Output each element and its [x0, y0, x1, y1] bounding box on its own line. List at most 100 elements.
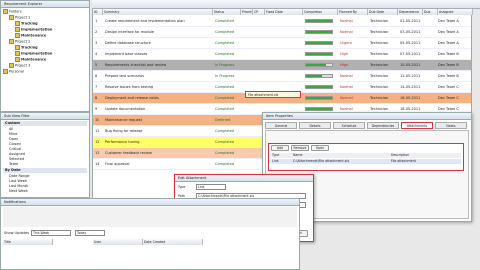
tree-item[interactable]: Maintenance [15, 57, 46, 62]
grid-column-header[interactable]: Due [423, 9, 438, 15]
tab-notes[interactable]: Notes [435, 122, 467, 129]
completion-fill [306, 42, 332, 44]
updates-day-select[interactable]: Today [75, 230, 105, 236]
tree-item[interactable]: Implementation [15, 51, 52, 56]
show-updates-label: Show Updates [4, 231, 30, 235]
completion-bar [305, 96, 333, 100]
row-summary: Update documentation [105, 107, 146, 111]
grid-column-header[interactable]: Planned By [338, 9, 368, 15]
row-id: 1 [95, 19, 98, 23]
table-row[interactable]: 1 Create requirement and implementation p… [93, 16, 471, 27]
explorer-panel: Requirement Explorer Folders Project 1 Tra… [0, 0, 90, 112]
row-summary: Maintenance request [105, 118, 142, 122]
notifications-title: Notifications [1, 199, 299, 206]
completion-fill [306, 86, 332, 88]
tab-schedule[interactable]: Schedule [333, 122, 365, 129]
tree-item[interactable]: Project 3 [9, 63, 30, 68]
filter-section-header[interactable]: Custom [3, 121, 87, 126]
notifications-panel: Notifications Show Updates This Week Tod… [0, 198, 300, 270]
folder-icon [15, 51, 20, 56]
explorer-title: Requirement Explorer [1, 1, 89, 8]
row-id: 11 [95, 129, 100, 133]
tree-item[interactable]: Project 1 [9, 15, 30, 20]
grid-column-header[interactable]: Assigned [438, 9, 473, 15]
tab-details[interactable]: Details [299, 122, 331, 129]
tree-item[interactable]: Project 2 [9, 39, 30, 44]
notifications-column-header[interactable]: User [93, 239, 143, 245]
tree-item-label: Project 1 [15, 15, 31, 20]
tree-item-label: Maintenance [21, 57, 47, 62]
tree-item-label: Personal [9, 69, 24, 74]
row-status: Completed [215, 129, 235, 133]
link-field-type[interactable]: Link [196, 184, 226, 190]
due-date: 14-05-2011 [400, 85, 421, 89]
attachment-name: C:\Attachments\File attachment.xls [293, 159, 350, 163]
attachments-headers: Type Name Description [271, 153, 461, 158]
folder-icon [15, 21, 20, 26]
row-id: 3 [95, 41, 98, 45]
table-row[interactable]: 3 Define database structure Completed Urgen… [93, 38, 471, 49]
notifications-area [3, 207, 297, 227]
grid-header: ID Summary Status Priority CP Fixed Date Compl… [93, 9, 473, 15]
filter-item[interactable]: Next Week [9, 189, 28, 194]
row-status: Completed [215, 19, 235, 23]
table-row[interactable]: 5 Requirements checklist and review In Pro… [93, 60, 471, 71]
remove-attachment-button[interactable]: Remove [291, 145, 309, 151]
grid-column-header[interactable]: Status [213, 9, 241, 15]
updates-period-select[interactable]: This Week [31, 230, 71, 236]
notifications-headers: Title User Date Created [3, 239, 297, 245]
due-date: 03-05-2011 [400, 30, 421, 34]
tab-attachments[interactable]: Attachments [401, 122, 433, 129]
grid-column-header[interactable]: Due Date [368, 9, 398, 15]
tab-general[interactable]: General [265, 122, 297, 129]
row-summary: Define database structure [105, 41, 151, 45]
folder-icon [3, 69, 8, 74]
table-row[interactable]: 6 Prepare test scenarios In Progress Normal… [93, 71, 471, 82]
filter-section-header[interactable]: By Date [3, 168, 87, 173]
row-id: 5 [95, 63, 98, 67]
planned-by: Technician [370, 19, 389, 23]
grid-column-header[interactable]: Completion [303, 9, 338, 15]
tree-item-label: Implementation [21, 27, 53, 32]
tree-item[interactable]: Tracking [15, 21, 38, 26]
table-row[interactable]: 4 Implement base classes Completed High Tech… [93, 49, 471, 60]
open-attachment-button[interactable]: Open [311, 145, 329, 151]
row-id: 12 [95, 140, 100, 144]
add-attachment-button[interactable]: Add [271, 145, 289, 151]
attachments-column-header: Name [293, 153, 303, 157]
tab-dependencies[interactable]: Dependencies [367, 122, 399, 129]
attachment-row[interactable]: Link C:\Attachments\File attachment.xls … [271, 159, 461, 164]
attachment-tooltip: File attachment.xls [245, 91, 301, 98]
notifications-column-header[interactable]: Date Created [143, 239, 203, 245]
grid-column-header[interactable]: Summary [103, 9, 213, 15]
completion-bar [305, 41, 333, 45]
tree-item[interactable]: Tracking [15, 45, 38, 50]
grid-column-header[interactable]: Fixed Date [265, 9, 303, 15]
grid-column-header[interactable]: Priority [241, 9, 253, 15]
due-date: 01-05-2011 [400, 19, 421, 23]
grid-column-header[interactable]: Dependence [398, 9, 423, 15]
attachment-type: Link [272, 159, 279, 163]
tree-item[interactable]: Maintenance [15, 33, 46, 38]
row-summary: Create requirement and implementation pl… [105, 19, 185, 23]
table-row[interactable]: 2 Design interface for module Completed Nor… [93, 27, 471, 38]
tree-item[interactable]: Implementation [15, 27, 52, 32]
priority-badge: Normal [340, 85, 353, 89]
due-date: 10-05-2011 [400, 63, 421, 67]
tree-item[interactable]: Folders [3, 9, 22, 14]
due-date: 07-05-2011 [400, 52, 421, 56]
priority-badge: Normal [340, 30, 353, 34]
row-id: 13 [95, 151, 100, 155]
row-summary: Bug fixing for release [105, 129, 143, 133]
properties-dialog-title: Item Properties [263, 113, 471, 120]
notifications-column-header[interactable]: Title [3, 239, 53, 245]
row-summary: Resolve issues from testing [105, 85, 154, 89]
grid-column-header[interactable]: CP [253, 9, 265, 15]
row-id: 6 [95, 74, 98, 78]
row-status: Completed [215, 85, 235, 89]
grid-column-header[interactable]: ID [93, 9, 103, 15]
row-summary: Requirements checklist and review [105, 63, 167, 67]
folder-icon [15, 57, 20, 62]
tree-item[interactable]: Personal [3, 69, 24, 74]
filter-item[interactable]: Team [9, 162, 18, 167]
